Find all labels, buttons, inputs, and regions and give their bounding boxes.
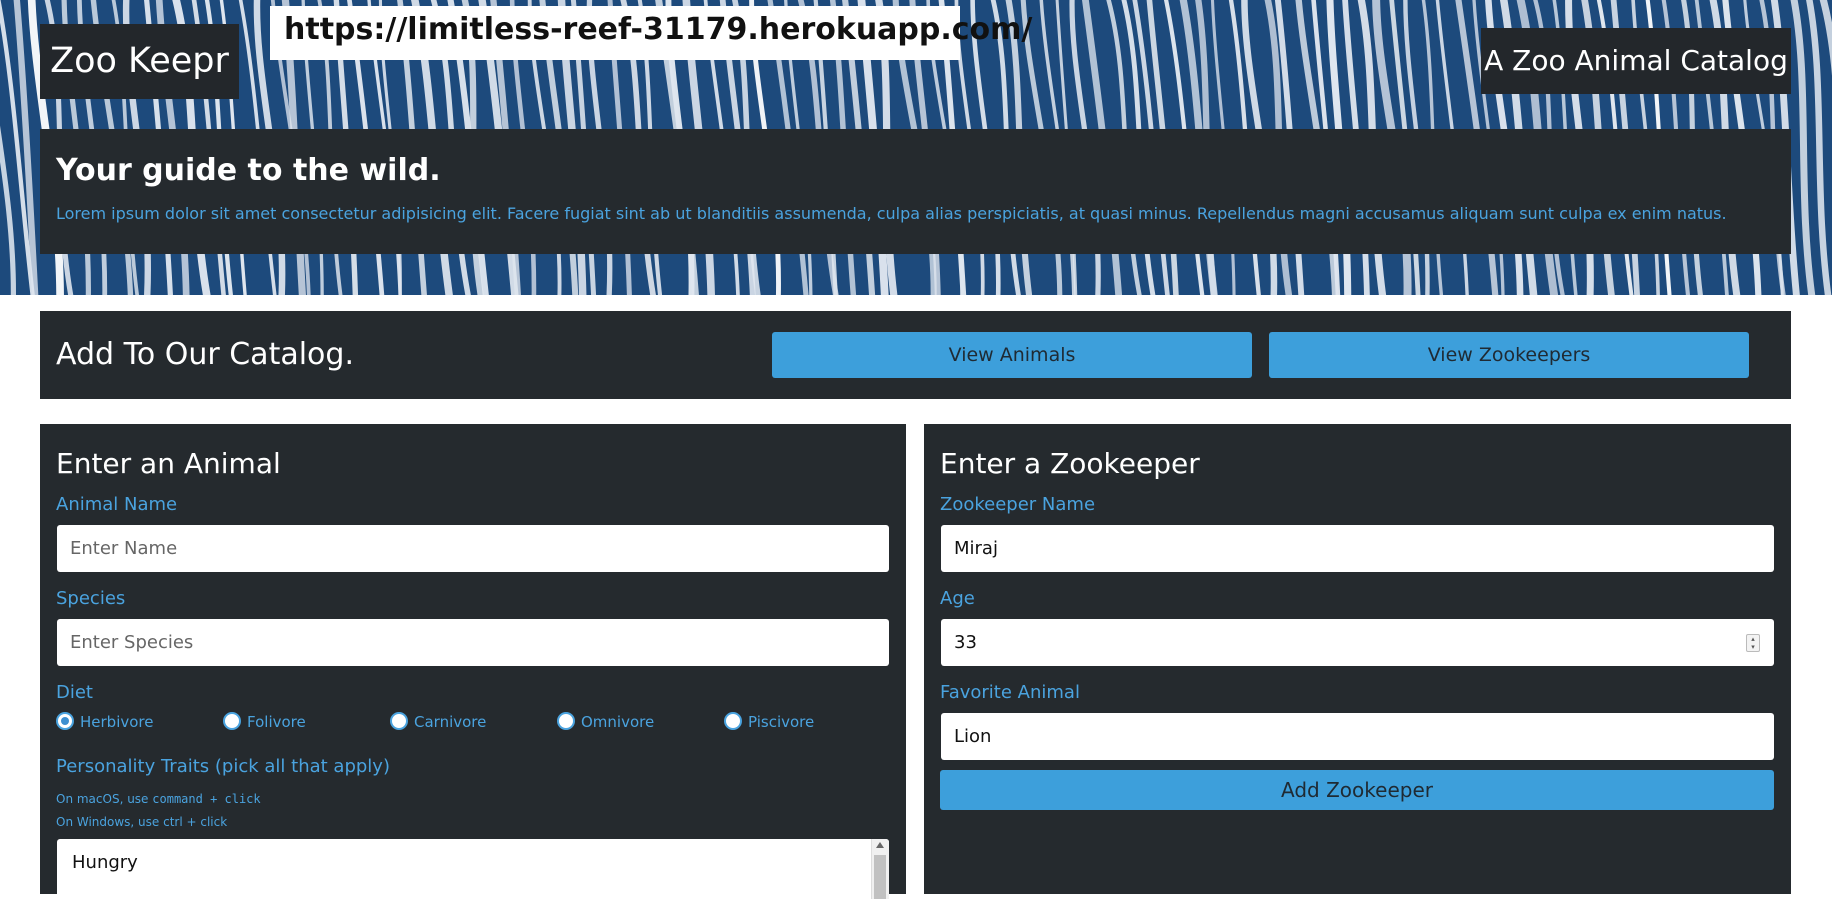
catalog-title: Add To Our Catalog. [56, 337, 354, 372]
add-zookeeper-button[interactable]: Add Zookeeper [940, 770, 1774, 810]
mac-hint-text: On macOS, use [56, 792, 153, 806]
animal-name-label: Animal Name [56, 494, 178, 515]
animal-form-title: Enter an Animal [56, 447, 281, 480]
number-spinner-icon[interactable]: ▴ ▾ [1746, 634, 1760, 652]
species-input[interactable]: Enter Species [57, 619, 889, 666]
scroll-up-icon[interactable] [876, 842, 884, 848]
hero-text: Lorem ipsum dolor sit amet consectetur a… [56, 204, 1727, 223]
diet-option-label: Omnivore [581, 713, 655, 731]
hero-title: Your guide to the wild. [56, 153, 441, 188]
brand-logo[interactable]: Zoo Keepr [40, 24, 239, 99]
radio-unchecked-icon[interactable] [223, 712, 241, 730]
favorite-animal-input[interactable]: Lion [941, 713, 1774, 760]
animal-name-input[interactable]: Enter Name [57, 525, 889, 572]
traits-multiselect[interactable]: Hungry [57, 839, 889, 899]
zookeeper-name-label: Zookeeper Name [940, 494, 1096, 515]
view-animals-button[interactable]: View Animals [772, 332, 1252, 378]
mac-hint-code: command + click [152, 792, 261, 806]
diet-option-label: Herbivore [80, 713, 154, 731]
trait-option[interactable]: Hungry [72, 851, 138, 875]
radio-unchecked-icon[interactable] [557, 712, 575, 730]
diet-label: Diet [56, 682, 93, 703]
hero-intro: Your guide to the wild. Lorem ipsum dolo… [40, 129, 1791, 254]
url-overlay: https://limitless-reef-31179.herokuapp.c… [270, 6, 1032, 60]
diet-option-label: Carnivore [414, 713, 487, 731]
radio-unchecked-icon[interactable] [390, 712, 408, 730]
hero-banner: https://limitless-reef-31179.herokuapp.c… [0, 0, 1832, 295]
animal-form: Enter an Animal Animal Name Enter Name S… [40, 424, 906, 899]
favorite-animal-label: Favorite Animal [940, 682, 1080, 703]
site-tagline: A Zoo Animal Catalog [1481, 28, 1791, 94]
radio-checked-icon[interactable] [56, 712, 74, 730]
traits-label: Personality Traits (pick all that apply) [56, 756, 390, 777]
diet-option-label: Piscivore [748, 713, 815, 731]
age-value: 33 [954, 632, 977, 653]
species-label: Species [56, 588, 126, 609]
scroll-thumb[interactable] [874, 855, 886, 899]
zookeeper-form: Enter a Zookeeper Zookeeper Name Miraj A… [924, 424, 1791, 894]
windows-hint: On Windows, use ctrl + click [56, 815, 228, 829]
view-zookeepers-button[interactable]: View Zookeepers [1269, 332, 1749, 378]
age-label: Age [940, 588, 975, 609]
diet-option-label: Folivore [247, 713, 306, 731]
age-input[interactable]: 33 ▴ ▾ [941, 619, 1774, 666]
mac-hint: On macOS, use command + click [56, 791, 261, 807]
zookeeper-form-title: Enter a Zookeeper [940, 447, 1200, 480]
radio-unchecked-icon[interactable] [724, 712, 742, 730]
zookeeper-name-input[interactable]: Miraj [941, 525, 1774, 572]
diet-radio-group: Herbivore Folivore Carnivore Omnivore Pi… [56, 710, 896, 734]
scrollbar[interactable] [871, 839, 889, 899]
catalog-bar: Add To Our Catalog. View Animals View Zo… [40, 311, 1791, 399]
